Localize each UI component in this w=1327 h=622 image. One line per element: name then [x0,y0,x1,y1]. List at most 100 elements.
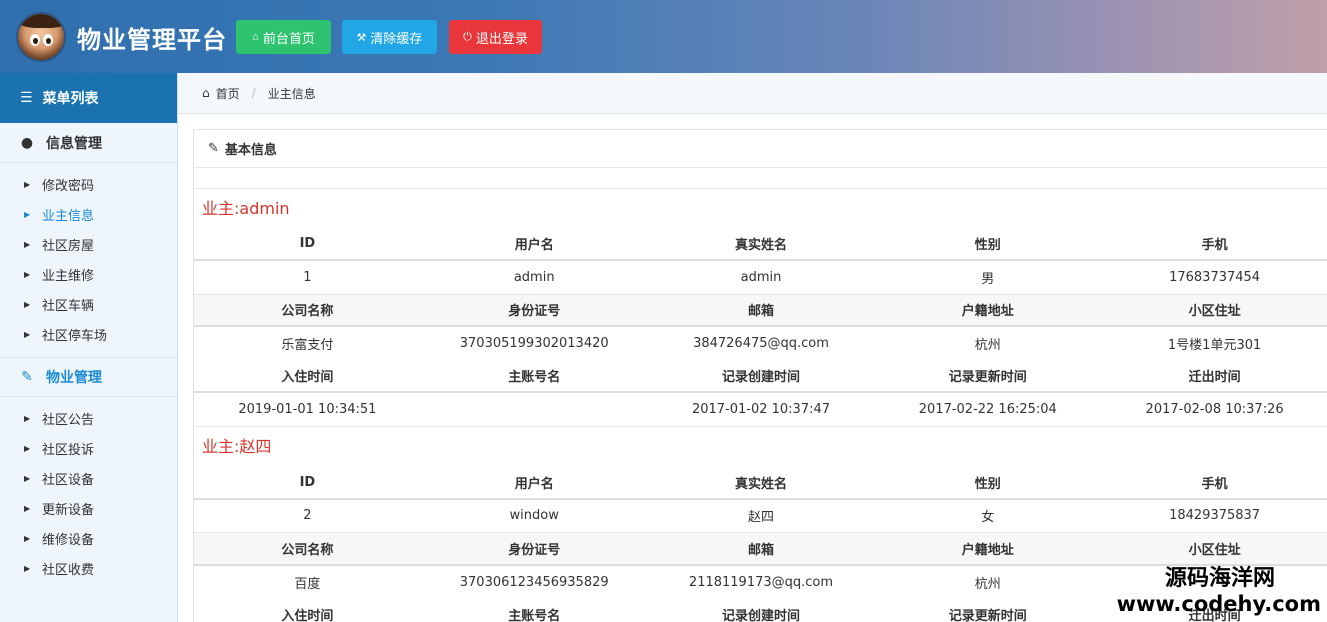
table-cell: 18429375837 [1101,498,1327,533]
table-cell: 370305199302013420 [459,336,609,351]
edit-icon: ✎ [21,369,33,385]
column-header: 记录更新时间 [874,360,1102,393]
table-cell: 杭州 [974,338,1001,353]
owner-title: 业主:admin [194,188,1327,228]
column-header: 性别 [874,228,1102,261]
table-cell: 2118119173@qq.com [688,574,834,590]
wrench-icon: ⚒ [356,31,367,44]
sidebar-item-houses[interactable]: ▶ 社区房屋 [0,229,177,259]
caret-right-icon: ▶ [24,269,31,279]
sidebar-item-notices[interactable]: ▶ 社区公告 [0,403,177,433]
top-header: 物业管理平台 ⌂ 前台首页 ⚒ 清除缓存 ⏻ 退出登录 [0,0,1327,73]
column-header: 主账号名 [420,360,648,393]
table-row: 2019-01-01 10:34:51 2017-01-02 10:37:47 … [194,392,1327,427]
table-cell: 2017-02-08 10:37:26 [1101,392,1327,427]
sidebar-group-info[interactable]: ● 信息管理 [0,123,177,163]
sidebar-item-repair-equipment[interactable]: ▶ 维修设备 [0,523,177,553]
table-cell: 女 [874,498,1102,533]
table-row: 1 admin admin 男 17683737454 [194,260,1327,295]
table-cell [420,392,648,427]
sidebar-item-change-password[interactable]: ▶ 修改密码 [0,169,177,199]
caret-right-icon: ▶ [24,413,31,423]
table-cell: admin [420,260,648,295]
column-header: 邮箱 [647,294,875,327]
sidebar-item-equipment[interactable]: ▶ 社区设备 [0,463,177,493]
table-cell: 2017-02-22 16:25:04 [874,392,1102,427]
column-header: 邮箱 [647,532,875,566]
table-cell: 2017-01-02 10:37:47 [647,392,875,427]
avatar [16,12,66,62]
info-menu: ▶ 修改密码 ▶ 业主信息 ▶ 社区房屋 ▶ 业主维修 ▶ 社区车辆 ▶ 社区停车场 [0,163,177,357]
table-cell: 杭州 [974,576,1001,592]
column-header: 记录更新时间 [874,598,1102,622]
brand-title: 物业管理平台 [77,26,227,54]
table-cell: 384726475@qq.com [693,336,829,351]
table-cell: 2019-01-01 10:34:51 [194,392,421,427]
owner-title: 业主:赵四 [202,436,272,456]
caret-right-icon: ▶ [24,209,31,219]
watermark: 源码海洋网 www.codehy.com [1117,560,1321,616]
column-header: 手机 [1101,466,1327,500]
panel-header: ✎ 基本信息 [194,130,1327,168]
sidebar-item-owner-info[interactable]: ▶ 业主信息 [0,199,177,229]
column-header: 记录创建时间 [647,598,875,622]
home-icon: ⌂ [252,31,259,43]
column-header: 户籍地址 [874,532,1102,566]
column-header: 用户名 [420,466,648,500]
table-row: 2 window 赵四 女 18429375837 [194,498,1327,533]
sidebar-group-property[interactable]: ✎ 物业管理 [0,357,177,397]
column-header: 公司名称 [194,294,421,327]
breadcrumb: ⌂ 首页 / 业主信息 [178,73,1327,114]
column-header: ID [194,466,421,500]
caret-right-icon: ▶ [24,179,31,189]
column-header: 记录创建时间 [647,360,875,393]
table-cell: 赵四 [647,498,875,533]
caret-right-icon: ▶ [24,329,31,339]
caret-right-icon: ▶ [24,563,31,573]
column-header: 身份证号 [420,532,648,566]
header-row: 公司名称 身份证号 邮箱 户籍地址 小区住址 [194,294,1327,327]
logout-button[interactable]: ⏻ 退出登录 [449,20,542,54]
caret-right-icon: ▶ [24,473,31,483]
column-header: 用户名 [420,228,648,261]
table-cell: 17683737454 [1101,260,1327,295]
edit-icon: ✎ [208,141,219,156]
table-cell: 乐富支付 [281,338,334,353]
sidebar-item-complaints[interactable]: ▶ 社区投诉 [0,433,177,463]
sidebar-item-vehicles[interactable]: ▶ 社区车辆 [0,289,177,319]
table-cell: 2 [194,498,421,533]
sidebar-item-owner-repair[interactable]: ▶ 业主维修 [0,259,177,289]
frontend-home-button[interactable]: ⌂ 前台首页 [236,20,331,54]
home-icon: ⌂ [202,86,210,100]
table-cell: 370306123456935829 [459,574,609,590]
caret-right-icon: ▶ [24,533,31,543]
menu-list-header: ☰ 菜单列表 [0,73,177,123]
sidebar-item-parking[interactable]: ▶ 社区停车场 [0,319,177,349]
column-header: 户籍地址 [874,294,1102,327]
panel-title: 基本信息 [224,143,277,158]
table-cell: 百度 [294,576,321,592]
watermark-line1: 源码海洋网 [1164,566,1275,591]
table-cell: window [420,498,648,533]
caret-right-icon: ▶ [24,503,31,513]
column-header: 入住时间 [194,598,421,622]
breadcrumb-current: 业主信息 [267,86,316,101]
table-cell: 男 [874,260,1102,295]
sidebar-item-fees[interactable]: ▶ 社区收费 [0,553,177,583]
clear-cache-button[interactable]: ⚒ 清除缓存 [342,20,437,54]
property-menu: ▶ 社区公告 ▶ 社区投诉 ▶ 社区设备 ▶ 更新设备 ▶ 维修设备 ▶ 社区收费 [0,397,177,591]
sidebar-item-update-equipment[interactable]: ▶ 更新设备 [0,493,177,523]
caret-right-icon: ▶ [24,239,31,249]
breadcrumb-separator: / [251,86,256,100]
column-header: 迁出时间 [1101,360,1327,393]
column-header: 真实姓名 [647,228,875,261]
header-row: 入住时间 主账号名 记录创建时间 记录更新时间 迁出时间 [194,360,1327,393]
header-row: ID 用户名 真实姓名 性别 手机 [194,228,1327,261]
breadcrumb-home-link[interactable]: 首页 [216,85,240,102]
list-icon: ☰ [20,90,33,106]
power-icon: ⏻ [463,30,472,43]
sidebar: ☰ 菜单列表 ● 信息管理 ▶ 修改密码 ▶ 业主信息 ▶ 社区房屋 ▶ 业主维修 ▶ 社… [0,73,178,622]
column-header: 手机 [1101,228,1327,261]
column-header: 性别 [874,466,1102,500]
column-header: 公司名称 [194,532,421,566]
